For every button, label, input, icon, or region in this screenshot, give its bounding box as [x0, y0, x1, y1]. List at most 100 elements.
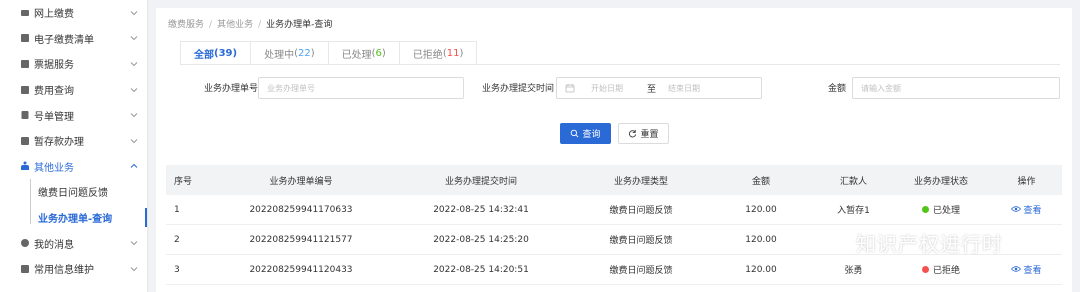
breadcrumb-other-business[interactable]: 其他业务 — [217, 20, 253, 30]
tab-count: 22 — [297, 47, 311, 59]
col-header-index: 序号 — [174, 176, 193, 187]
eye-icon — [1011, 206, 1022, 212]
col-header-amount: 金额 — [751, 176, 770, 187]
status-dot-processed — [921, 206, 929, 213]
eye-icon — [1011, 266, 1022, 272]
view-link[interactable]: 查看 — [1011, 203, 1042, 216]
cell-type: 缴费日问题反馈 — [609, 236, 673, 246]
chevron-down-icon — [129, 8, 139, 18]
list-icon — [20, 33, 30, 43]
sidebar-item-label: 常用信息维护 — [34, 265, 94, 277]
sidebar-item-label: 暂存款办理 — [34, 137, 84, 149]
date-range-picker[interactable]: 开始日期 至 结束日期 — [556, 77, 762, 99]
chevron-down-icon — [129, 33, 139, 43]
invoice-icon — [20, 59, 30, 69]
watermark: 知识产权进行时 — [818, 228, 1003, 256]
tab-processed[interactable]: 已处理(6) — [328, 41, 400, 65]
sidebar-item-other-business[interactable]: 其他业务 — [0, 154, 147, 180]
sidebar-item-label: 网上缴费 — [34, 9, 74, 21]
wechat-icon — [819, 230, 852, 254]
sidebar-item-number-management[interactable]: 号单管理 — [0, 102, 147, 128]
sidebar-submenu: 缴费日问题反馈 业务办理单-查询 — [0, 179, 147, 230]
tab-paren: ) — [381, 47, 386, 59]
cell-submit-time: 2022-08-25 14:32:41 — [433, 204, 529, 215]
amount-field — [852, 77, 1060, 99]
sidebar-item-label: 电子缴费清单 — [34, 34, 94, 46]
sidebar-item-fee-query[interactable]: 费用查询 — [0, 77, 147, 103]
view-link-label: 查看 — [1023, 205, 1042, 216]
col-header-submit-time: 业务办理提交时间 — [444, 176, 517, 187]
cell-order-no: 202208259941120433 — [249, 264, 353, 275]
sidebar-item-invoice[interactable]: 票据服务 — [0, 51, 147, 77]
end-date-input[interactable]: 结束日期 — [668, 83, 700, 94]
tab-processing[interactable]: 处理中(22) — [251, 41, 329, 65]
tab-label: 已处理 — [341, 49, 372, 61]
sidebar-item-messages[interactable]: 我的消息 — [0, 230, 147, 256]
amount-input[interactable] — [861, 83, 1059, 93]
query-icon — [20, 85, 30, 95]
document-icon — [20, 110, 30, 120]
status-tabs: 全部(39) 处理中(22) 已处理(6) 已拒绝(11) — [180, 41, 478, 65]
sidebar-subitem-feedback[interactable]: 缴费日问题反馈 — [0, 179, 147, 205]
sidebar-item-label: 号单管理 — [34, 111, 74, 123]
sidebar-item-e-bill[interactable]: 电子缴费清单 — [0, 26, 147, 52]
settings-icon — [20, 264, 30, 274]
breadcrumb-current: 业务办理单-查询 — [266, 20, 333, 30]
cell-amount: 120.00 — [745, 234, 777, 245]
cell-submit-time: 2022-08-25 14:25:20 — [433, 234, 529, 245]
user-group-icon — [20, 161, 30, 171]
chevron-down-icon — [129, 85, 139, 95]
sidebar-subitem-order-query[interactable]: 业务办理单-查询 — [0, 205, 147, 231]
status-dot-rejected — [921, 266, 929, 273]
cell-submit-time: 2022-08-25 14:20:51 — [433, 264, 529, 275]
sidebar-item-label: 我的消息 — [34, 239, 74, 251]
breadcrumb: 缴费服务 / 其他业务 / 业务办理单-查询 — [168, 17, 332, 30]
view-link-label: 查看 — [1023, 265, 1042, 276]
submit-time-label: 业务办理提交时间 — [481, 84, 554, 94]
tab-count: 39 — [218, 47, 233, 59]
order-number-input[interactable] — [267, 83, 463, 93]
breadcrumb-separator: / — [258, 20, 262, 30]
refresh-icon — [629, 129, 637, 138]
cell-order-no: 202208259941121577 — [249, 234, 353, 245]
view-link[interactable]: 查看 — [1011, 263, 1042, 276]
start-date-input[interactable]: 开始日期 — [591, 83, 623, 94]
col-header-payer: 汇款人 — [839, 176, 867, 187]
amount-label: 金额 — [827, 84, 846, 94]
reset-button[interactable]: 重置 — [618, 123, 669, 144]
sidebar: 网上缴费 电子缴费清单 票据服务 费用查询 号单管理 暂存款办理 其他业务 缴费… — [0, 0, 148, 292]
cell-payer: 入暂存1 — [837, 206, 870, 216]
cell-status: 已处理 — [891, 203, 991, 216]
message-icon — [20, 238, 30, 248]
tab-rejected[interactable]: 已拒绝(11) — [399, 41, 478, 65]
sidebar-item-label: 票据服务 — [34, 60, 74, 72]
chevron-up-icon — [129, 161, 139, 171]
col-header-status: 业务办理状态 — [913, 176, 968, 187]
tab-label: 处理中 — [264, 49, 295, 61]
chevron-down-icon — [129, 59, 139, 69]
col-header-type: 业务办理类型 — [613, 176, 668, 187]
sidebar-item-common-info[interactable]: 常用信息维护 — [0, 256, 147, 282]
tab-paren: ) — [459, 47, 464, 59]
cell-amount: 120.00 — [745, 264, 777, 275]
cell-payer: 张勇 — [844, 266, 863, 276]
orders-table: 序号 业务办理单编号 业务办理提交时间 业务办理类型 金额 汇款人 业务办理状态… — [166, 165, 1062, 285]
tab-count: 11 — [446, 47, 460, 59]
tab-paren: ) — [232, 47, 238, 59]
sidebar-item-online-payment[interactable]: 网上缴费 — [0, 0, 147, 26]
cell-index: 1 — [174, 204, 180, 215]
cell-amount: 120.00 — [745, 204, 777, 215]
cell-status: 已拒绝 — [891, 263, 991, 276]
sidebar-item-label: 费用查询 — [34, 86, 74, 98]
col-header-action: 操作 — [1017, 176, 1036, 187]
order-number-field — [258, 77, 464, 99]
status-text: 已拒绝 — [932, 266, 960, 276]
search-icon — [571, 129, 579, 138]
breadcrumb-payment-service[interactable]: 缴费服务 — [168, 20, 204, 30]
search-button[interactable]: 查询 — [560, 123, 611, 144]
tab-all[interactable]: 全部(39) — [180, 41, 252, 65]
cell-action: 查看 — [991, 203, 1062, 217]
cell-action: 查看 — [991, 263, 1062, 277]
sidebar-item-deposit[interactable]: 暂存款办理 — [0, 128, 147, 154]
table-row: 1 202208259941170633 2022-08-25 14:32:41… — [166, 195, 1062, 225]
